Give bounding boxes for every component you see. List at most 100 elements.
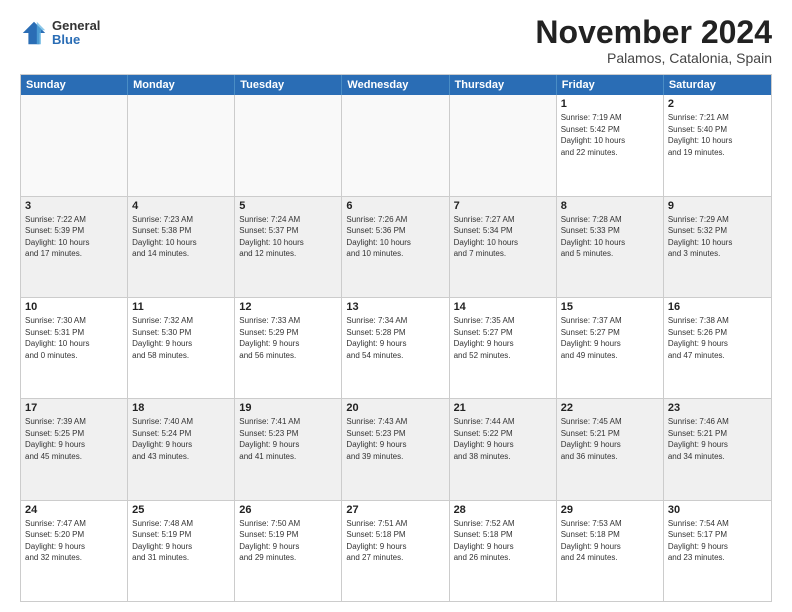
day-info: Sunrise: 7:22 AM Sunset: 5:39 PM Dayligh… [25, 214, 123, 260]
calendar-cell-15: 15Sunrise: 7:37 AM Sunset: 5:27 PM Dayli… [557, 298, 664, 398]
day-number: 10 [25, 301, 123, 313]
calendar-cell-empty-3 [342, 95, 449, 195]
day-info: Sunrise: 7:29 AM Sunset: 5:32 PM Dayligh… [668, 214, 767, 260]
day-number: 16 [668, 301, 767, 313]
day-info: Sunrise: 7:44 AM Sunset: 5:22 PM Dayligh… [454, 416, 552, 462]
day-info: Sunrise: 7:30 AM Sunset: 5:31 PM Dayligh… [25, 315, 123, 361]
day-number: 19 [239, 402, 337, 414]
header: General Blue November 2024 Palamos, Cata… [20, 15, 772, 66]
day-info: Sunrise: 7:53 AM Sunset: 5:18 PM Dayligh… [561, 518, 659, 564]
calendar: SundayMondayTuesdayWednesdayThursdayFrid… [20, 74, 772, 602]
calendar-body: 1 Sunrise: 7:19 AM Sunset: 5:42 PM Daylig… [21, 95, 771, 601]
calendar-cell-29: 29 Sunrise: 7:53 AM Sunset: 5:18 PM Dayli… [557, 501, 664, 601]
calendar-cell-28: 28 Sunrise: 7:52 AM Sunset: 5:18 PM Dayli… [450, 501, 557, 601]
header-cell-saturday: Saturday [664, 75, 771, 95]
logo: General Blue [20, 19, 100, 48]
logo-blue-text: Blue [52, 33, 100, 47]
header-cell-thursday: Thursday [450, 75, 557, 95]
day-info: Sunrise: 7:21 AM Sunset: 5:40 PM Dayligh… [668, 112, 767, 158]
header-cell-wednesday: Wednesday [342, 75, 449, 95]
day-number: 20 [346, 402, 444, 414]
calendar-cell-13: 13 Sunrise: 7:34 AM Sunset: 5:28 PM Dayli… [342, 298, 449, 398]
calendar-cell-22: 22 Sunrise: 7:45 AM Sunset: 5:21 PM Dayli… [557, 399, 664, 499]
day-number: 29 [561, 504, 659, 516]
day-number: 4 [132, 200, 230, 212]
calendar-row-3: 17 Sunrise: 7:39 AM Sunset: 5:25 PM Dayli… [21, 398, 771, 499]
calendar-cell-4: 4 Sunrise: 7:23 AM Sunset: 5:38 PM Daylig… [128, 197, 235, 297]
header-cell-monday: Monday [128, 75, 235, 95]
calendar-cell-21: 21 Sunrise: 7:44 AM Sunset: 5:22 PM Dayli… [450, 399, 557, 499]
day-number: 8 [561, 200, 659, 212]
calendar-cell-30: 30 Sunrise: 7:54 AM Sunset: 5:17 PM Dayli… [664, 501, 771, 601]
day-number: 13 [346, 301, 444, 313]
day-info: Sunrise: 7:45 AM Sunset: 5:21 PM Dayligh… [561, 416, 659, 462]
calendar-cell-19: 19 Sunrise: 7:41 AM Sunset: 5:23 PM Dayli… [235, 399, 342, 499]
day-info: Sunrise: 7:54 AM Sunset: 5:17 PM Dayligh… [668, 518, 767, 564]
calendar-cell-2: 2 Sunrise: 7:21 AM Sunset: 5:40 PM Daylig… [664, 95, 771, 195]
header-cell-tuesday: Tuesday [235, 75, 342, 95]
day-number: 9 [668, 200, 767, 212]
day-info: Sunrise: 7:35 AM Sunset: 5:27 PM Dayligh… [454, 315, 552, 361]
day-info: Sunrise: 7:23 AM Sunset: 5:38 PM Dayligh… [132, 214, 230, 260]
day-info: Sunrise: 7:43 AM Sunset: 5:23 PM Dayligh… [346, 416, 444, 462]
calendar-cell-empty-1 [128, 95, 235, 195]
calendar-header: SundayMondayTuesdayWednesdayThursdayFrid… [21, 75, 771, 95]
day-number: 28 [454, 504, 552, 516]
calendar-cell-23: 23Sunrise: 7:46 AM Sunset: 5:21 PM Dayli… [664, 399, 771, 499]
day-info: Sunrise: 7:32 AM Sunset: 5:30 PM Dayligh… [132, 315, 230, 361]
day-info: Sunrise: 7:28 AM Sunset: 5:33 PM Dayligh… [561, 214, 659, 260]
calendar-row-2: 10 Sunrise: 7:30 AM Sunset: 5:31 PM Dayli… [21, 297, 771, 398]
calendar-row-1: 3 Sunrise: 7:22 AM Sunset: 5:39 PM Daylig… [21, 196, 771, 297]
logo-icon [20, 19, 48, 47]
day-info: Sunrise: 7:26 AM Sunset: 5:36 PM Dayligh… [346, 214, 444, 260]
calendar-cell-empty-2 [235, 95, 342, 195]
day-number: 30 [668, 504, 767, 516]
day-info: Sunrise: 7:34 AM Sunset: 5:28 PM Dayligh… [346, 315, 444, 361]
day-info: Sunrise: 7:41 AM Sunset: 5:23 PM Dayligh… [239, 416, 337, 462]
day-info: Sunrise: 7:39 AM Sunset: 5:25 PM Dayligh… [25, 416, 123, 462]
calendar-cell-empty-0 [21, 95, 128, 195]
day-info: Sunrise: 7:48 AM Sunset: 5:19 PM Dayligh… [132, 518, 230, 564]
day-number: 5 [239, 200, 337, 212]
day-info: Sunrise: 7:50 AM Sunset: 5:19 PM Dayligh… [239, 518, 337, 564]
calendar-cell-9: 9 Sunrise: 7:29 AM Sunset: 5:32 PM Daylig… [664, 197, 771, 297]
calendar-cell-14: 14 Sunrise: 7:35 AM Sunset: 5:27 PM Dayli… [450, 298, 557, 398]
day-number: 11 [132, 301, 230, 313]
calendar-cell-empty-4 [450, 95, 557, 195]
calendar-cell-16: 16 Sunrise: 7:38 AM Sunset: 5:26 PM Dayli… [664, 298, 771, 398]
day-number: 1 [561, 98, 659, 110]
day-number: 12 [239, 301, 337, 313]
calendar-cell-26: 26 Sunrise: 7:50 AM Sunset: 5:19 PM Dayli… [235, 501, 342, 601]
logo-text: General Blue [52, 19, 100, 48]
day-info: Sunrise: 7:52 AM Sunset: 5:18 PM Dayligh… [454, 518, 552, 564]
day-number: 14 [454, 301, 552, 313]
day-number: 26 [239, 504, 337, 516]
day-number: 21 [454, 402, 552, 414]
calendar-cell-5: 5 Sunrise: 7:24 AM Sunset: 5:37 PM Daylig… [235, 197, 342, 297]
day-info: Sunrise: 7:40 AM Sunset: 5:24 PM Dayligh… [132, 416, 230, 462]
calendar-cell-12: 12Sunrise: 7:33 AM Sunset: 5:29 PM Dayli… [235, 298, 342, 398]
header-cell-friday: Friday [557, 75, 664, 95]
day-number: 7 [454, 200, 552, 212]
day-number: 2 [668, 98, 767, 110]
calendar-cell-20: 20 Sunrise: 7:43 AM Sunset: 5:23 PM Dayli… [342, 399, 449, 499]
calendar-cell-11: 11 Sunrise: 7:32 AM Sunset: 5:30 PM Dayli… [128, 298, 235, 398]
calendar-cell-24: 24 Sunrise: 7:47 AM Sunset: 5:20 PM Dayli… [21, 501, 128, 601]
calendar-cell-1: 1 Sunrise: 7:19 AM Sunset: 5:42 PM Daylig… [557, 95, 664, 195]
day-info: Sunrise: 7:37 AM Sunset: 5:27 PM Dayligh… [561, 315, 659, 361]
day-info: Sunrise: 7:38 AM Sunset: 5:26 PM Dayligh… [668, 315, 767, 361]
day-info: Sunrise: 7:24 AM Sunset: 5:37 PM Dayligh… [239, 214, 337, 260]
day-info: Sunrise: 7:51 AM Sunset: 5:18 PM Dayligh… [346, 518, 444, 564]
day-number: 22 [561, 402, 659, 414]
day-number: 24 [25, 504, 123, 516]
day-info: Sunrise: 7:19 AM Sunset: 5:42 PM Dayligh… [561, 112, 659, 158]
day-info: Sunrise: 7:27 AM Sunset: 5:34 PM Dayligh… [454, 214, 552, 260]
day-number: 3 [25, 200, 123, 212]
calendar-cell-10: 10 Sunrise: 7:30 AM Sunset: 5:31 PM Dayli… [21, 298, 128, 398]
day-number: 23 [668, 402, 767, 414]
day-info: Sunrise: 7:47 AM Sunset: 5:20 PM Dayligh… [25, 518, 123, 564]
calendar-cell-7: 7 Sunrise: 7:27 AM Sunset: 5:34 PM Daylig… [450, 197, 557, 297]
day-number: 17 [25, 402, 123, 414]
header-cell-sunday: Sunday [21, 75, 128, 95]
calendar-cell-27: 27Sunrise: 7:51 AM Sunset: 5:18 PM Dayli… [342, 501, 449, 601]
